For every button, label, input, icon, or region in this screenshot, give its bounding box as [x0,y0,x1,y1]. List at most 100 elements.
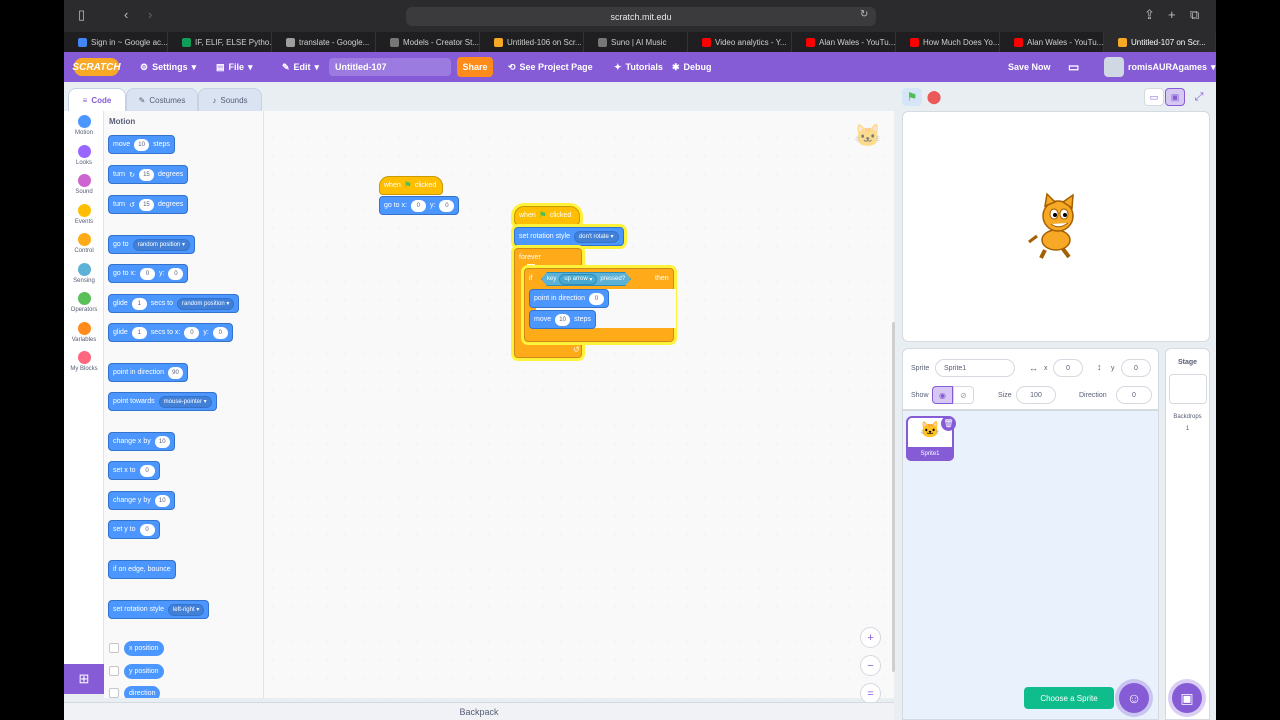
block-go-to-xy[interactable]: go to x: 0 y: 0 [108,264,189,283]
block-turn-right[interactable]: turn ↻ 15 degrees [108,165,189,184]
block-number-input[interactable]: 10 [555,313,571,326]
settings-menu[interactable]: ⚙ Settings ▾ [140,52,196,82]
category-my-blocks[interactable]: My Blocks [64,351,104,372]
reporter-direction[interactable]: direction [124,686,161,698]
choose-sprite-button[interactable]: ☺ [1119,683,1149,713]
script-workspace[interactable]: 🐱 when ⚑ clicked go to x: 0 y: 0 when ⚑ clicked… [264,111,894,704]
block-number-input[interactable]: 1 [131,326,147,339]
reporter-y-position[interactable]: y position [124,664,164,679]
block-number-input[interactable]: 0 [139,267,155,280]
small-stage-button[interactable]: ▭ [1144,88,1164,106]
backpack-bar[interactable]: Backpack [64,702,894,720]
see-project-page-button[interactable]: ⟲ See Project Page [508,52,593,82]
y-position-checkbox[interactable] [109,666,119,676]
tab-code[interactable]: ≡ Code [68,88,126,111]
address-bar[interactable]: scratch.mit.edu [406,7,876,26]
block-move-steps[interactable]: move 10 steps [108,135,175,154]
new-tab-icon[interactable]: + [1168,7,1176,22]
block-set-y[interactable]: set y to 0 [108,520,160,539]
block-go-to-xy[interactable]: go to x: 0 y: 0 [379,196,460,215]
block-dropdown[interactable]: random position ▾ [176,297,235,310]
show-hidden-button[interactable]: ⊘ [953,386,974,404]
key-pressed-sensing-block[interactable]: key up arrow ▾ pressed? [541,272,631,286]
zoom-reset-button[interactable]: = [860,683,881,704]
block-turn-left[interactable]: turn ↺ 15 degrees [108,195,189,214]
account-menu[interactable]: romisAURAgames ▾ [1104,52,1216,82]
when-flag-clicked-hat[interactable]: when ⚑ clicked [514,206,580,225]
x-position-checkbox[interactable] [109,643,119,653]
scratch-logo[interactable]: SCRATCH [72,58,121,76]
choose-backdrop-button[interactable]: ▣ [1172,683,1202,713]
zoom-in-button[interactable]: + [860,627,881,648]
block-number-input[interactable]: 90 [167,366,183,379]
when-flag-clicked-hat[interactable]: when ⚑ clicked [379,176,443,195]
category-operators[interactable]: Operators [64,292,104,313]
tab-sounds[interactable]: ♪ Sounds [198,88,262,111]
block-dropdown[interactable]: random position ▾ [132,238,190,251]
stage-canvas[interactable] [902,111,1210,342]
block-set-rotation-style[interactable]: set rotation style don't rotate ▾ [514,227,624,246]
block-point-in-direction[interactable]: point in direction 90 [108,363,188,382]
browser-tab[interactable]: Alan Wales - YouTu... [792,32,896,52]
block-bounce[interactable]: if on edge, bounce [108,560,176,579]
y-input[interactable]: 0 [1121,359,1151,377]
large-stage-button[interactable]: ▣ [1165,88,1185,106]
block-number-input[interactable]: 0 [168,267,184,280]
edit-menu[interactable]: ✎ Edit ▾ [282,52,319,82]
share-button[interactable]: Share [457,57,493,77]
block-move-steps[interactable]: move 10 steps [529,310,596,329]
green-flag-button[interactable]: ⚑ [902,88,922,106]
block-number-input[interactable]: 0 [212,326,228,339]
stop-button[interactable]: ⬤ [924,88,944,106]
block-number-input[interactable]: 0 [139,464,155,477]
block-dropdown[interactable]: left-right ▾ [167,603,205,616]
block-dropdown[interactable]: don't rotate ▾ [573,230,619,243]
share-icon[interactable]: ⇪ [1144,7,1155,23]
forward-icon[interactable]: › [148,7,152,22]
category-events[interactable]: Events [64,204,104,225]
block-go-to-random[interactable]: go to random position ▾ [108,235,195,254]
block-point-towards[interactable]: point towards mouse-pointer ▾ [108,392,217,411]
workspace-scrollbar[interactable] [892,322,895,672]
sidebar-toggle-icon[interactable]: ▯ [78,7,85,23]
tab-overview-icon[interactable]: ⧉ [1190,7,1199,23]
backdrop-thumbnail[interactable] [1168,374,1207,404]
block-set-rotation-style[interactable]: set rotation style left-right ▾ [108,600,210,619]
cat-sprite[interactable] [1023,192,1093,262]
block-point-in-direction[interactable]: point in direction 0 [529,289,609,308]
block-set-x[interactable]: set x to 0 [108,461,160,480]
add-extension-button[interactable]: ⊞ [64,664,104,694]
block-number-input[interactable]: 15 [138,168,154,181]
block-number-input[interactable]: 0 [439,199,455,212]
project-title-input[interactable]: Untitled-107 [329,58,451,76]
browser-tab-active[interactable]: Untitled-107 on Scr... [1104,32,1216,52]
block-number-input[interactable]: 0 [139,523,155,536]
debug-button[interactable]: ✱ Debug [672,52,712,82]
block-dropdown[interactable]: mouse-pointer ▾ [158,395,212,408]
block-number-input[interactable]: 0 [410,199,426,212]
category-sound[interactable]: Sound [64,174,104,195]
browser-tab[interactable]: Untitled-106 on Scr... [480,32,584,52]
category-control[interactable]: Control [64,233,104,254]
block-number-input[interactable]: 10 [154,435,170,448]
block-glide-random[interactable]: glide 1 secs to random position ▾ [108,294,240,313]
delete-sprite-button[interactable]: 🗑 [941,416,956,431]
browser-tab[interactable]: Video analytics - Y... [688,32,792,52]
browser-tab[interactable]: Sign in ~ Google ac... [64,32,168,52]
category-variables[interactable]: Variables [64,322,104,343]
sprite-name-input[interactable]: Sprite1 [935,359,1015,377]
block-dropdown[interactable]: up arrow ▾ [559,274,597,285]
reload-icon[interactable]: ↻ [860,9,868,20]
zoom-out-button[interactable]: − [860,655,881,676]
tab-costumes[interactable]: ✎ Costumes [126,88,198,111]
block-number-input[interactable]: 0 [588,292,604,305]
category-looks[interactable]: Looks [64,145,104,166]
size-input[interactable]: 100 [1016,386,1056,404]
x-input[interactable]: 0 [1053,359,1083,377]
direction-checkbox[interactable] [109,688,119,698]
show-visible-button[interactable]: ◉ [932,386,953,404]
block-number-input[interactable]: 1 [131,297,147,310]
my-stuff-folder-icon[interactable]: ▭ [1068,52,1079,82]
browser-tab[interactable]: Alan Wales - YouTu... [1000,32,1104,52]
block-number-input[interactable]: 15 [138,198,154,211]
